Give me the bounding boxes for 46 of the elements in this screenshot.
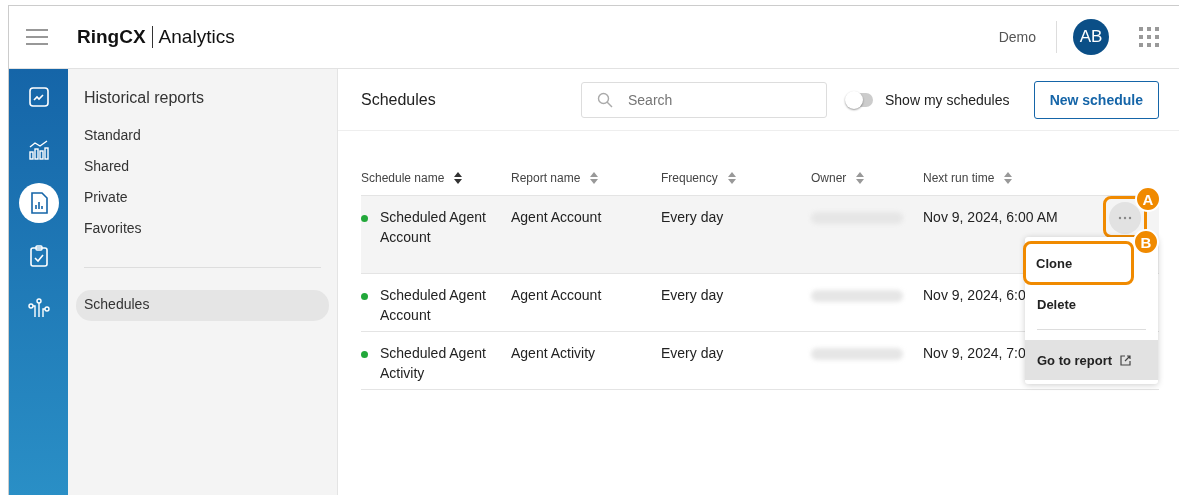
table-cell-text: Scheduled Agent Account xyxy=(380,208,487,247)
menu-icon xyxy=(25,28,49,46)
menu-item[interactable]: Delete xyxy=(1025,285,1158,323)
rail-button[interactable] xyxy=(18,183,59,223)
table-cell: Agent Activity xyxy=(511,345,596,361)
product-name: Analytics xyxy=(158,26,235,48)
callout-badge: B xyxy=(1133,229,1159,255)
table-cell: Agent Account xyxy=(511,287,602,303)
table-cell-text: Scheduled Agent Activity xyxy=(380,344,487,383)
column-header[interactable]: Next run time xyxy=(923,171,1103,185)
more-icon xyxy=(1118,216,1132,220)
table-cell: Nov 9, 2024, 6:00 AM xyxy=(923,209,1058,225)
app-grid-icon xyxy=(1139,27,1159,47)
more-actions-button[interactable] xyxy=(1109,202,1141,234)
external-link-icon xyxy=(1120,354,1132,366)
table-cell-text: Scheduled Agent Account xyxy=(380,286,487,325)
menu-item[interactable]: Clone xyxy=(1023,241,1134,285)
page-title: Schedules xyxy=(361,90,437,109)
menu-item[interactable]: Go to report xyxy=(1025,340,1158,380)
column-header[interactable]: Schedule name xyxy=(361,171,511,185)
new-schedule-button[interactable]: New schedule xyxy=(1033,80,1159,119)
table-cell: Every day xyxy=(661,209,724,225)
toggle-switch[interactable] xyxy=(847,92,873,107)
search-field[interactable]: Search xyxy=(581,81,827,118)
column-header[interactable]: Frequency xyxy=(661,171,811,185)
table-cell: Every day xyxy=(661,345,724,361)
account-name[interactable]: Demo xyxy=(998,29,1036,45)
sidebar-item[interactable]: Schedules xyxy=(76,290,329,321)
toggle-label: Show my schedules xyxy=(885,91,1010,108)
sidebar-item[interactable]: Standard xyxy=(76,121,329,152)
table-cell: Agent Account xyxy=(511,209,602,225)
bar-line-chart-icon xyxy=(26,138,51,162)
sidebar-item[interactable]: Shared xyxy=(76,152,329,183)
table-cell: Nov 9, 2024, 7:0 xyxy=(923,345,1026,361)
chart-trend-icon xyxy=(26,85,51,109)
sidebar-title: Historical reports xyxy=(83,89,206,107)
search-icon xyxy=(597,91,613,108)
callout-badge: A xyxy=(1135,186,1161,212)
column-header[interactable]: Owner xyxy=(811,171,923,185)
table-cell: Nov 9, 2024, 6:0 xyxy=(923,287,1026,303)
avatar[interactable]: AB xyxy=(1073,19,1109,55)
sidebar-item[interactable]: Private xyxy=(76,183,329,214)
table-cell: Every day xyxy=(661,287,724,303)
brand-name: RingCX xyxy=(77,26,146,48)
sidebar-item[interactable]: Favorites xyxy=(76,214,329,245)
column-header[interactable]: Report name xyxy=(511,171,661,185)
